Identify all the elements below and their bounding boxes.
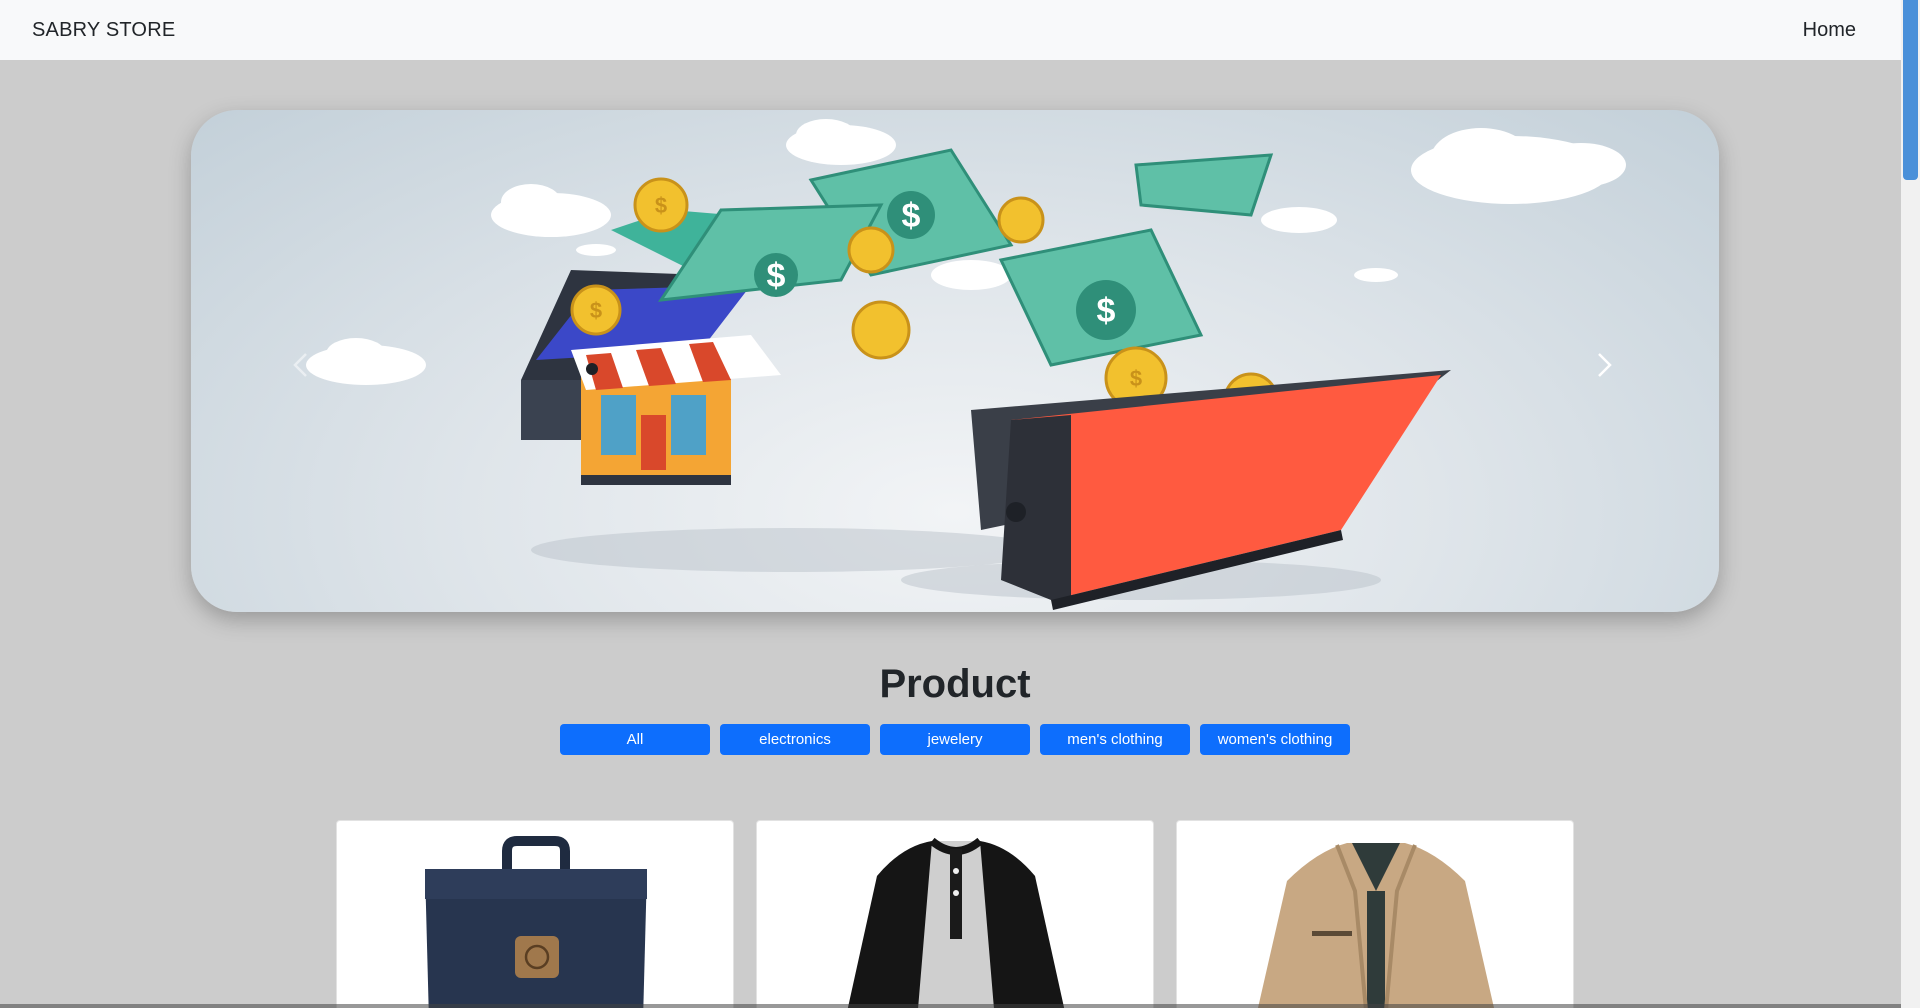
carousel-next-button[interactable]	[1574, 335, 1634, 395]
filter-womens-clothing-button[interactable]: women's clothing	[1200, 724, 1350, 755]
filter-electronics-button[interactable]: electronics	[720, 724, 870, 755]
raglan-henley-shirt-image	[847, 837, 1065, 1008]
product-section-title: Product	[879, 662, 1031, 706]
chevron-left-icon	[293, 353, 307, 377]
viewport-bottom-edge	[0, 1004, 1901, 1008]
product-card[interactable]	[1176, 820, 1574, 1008]
chevron-right-icon	[1598, 353, 1612, 377]
hero-carousel: $ $ $ $ $ $	[191, 110, 1719, 612]
home-link[interactable]: Home	[1803, 19, 1856, 42]
svg-text:$: $	[767, 257, 786, 295]
navbar: SABRY STORE Home	[0, 0, 1901, 60]
product-card[interactable]	[756, 820, 1154, 1008]
svg-text:$: $	[902, 197, 921, 235]
brand-link[interactable]: SABRY STORE	[32, 19, 175, 42]
beige-jacket-image	[1257, 843, 1495, 1008]
scrollbar[interactable]	[1901, 0, 1920, 1008]
navy-backpack-image	[425, 836, 647, 1008]
svg-text:$: $	[655, 193, 667, 218]
filter-jewelery-button[interactable]: jewelery	[880, 724, 1030, 755]
online-store-money-illustration: $ $ $ $ $ $	[306, 119, 1626, 610]
svg-text:$: $	[1097, 292, 1116, 330]
scrollbar-thumb[interactable]	[1903, 0, 1918, 180]
filter-all-button[interactable]: All	[560, 724, 710, 755]
filter-mens-clothing-button[interactable]: men's clothing	[1040, 724, 1190, 755]
svg-text:$: $	[1130, 366, 1142, 391]
category-filters: All electronics jewelery men's clothing …	[560, 724, 1350, 755]
product-card[interactable]	[336, 820, 734, 1008]
product-grid	[336, 820, 1574, 1008]
carousel-prev-button[interactable]	[271, 335, 331, 395]
svg-text:$: $	[590, 298, 602, 323]
